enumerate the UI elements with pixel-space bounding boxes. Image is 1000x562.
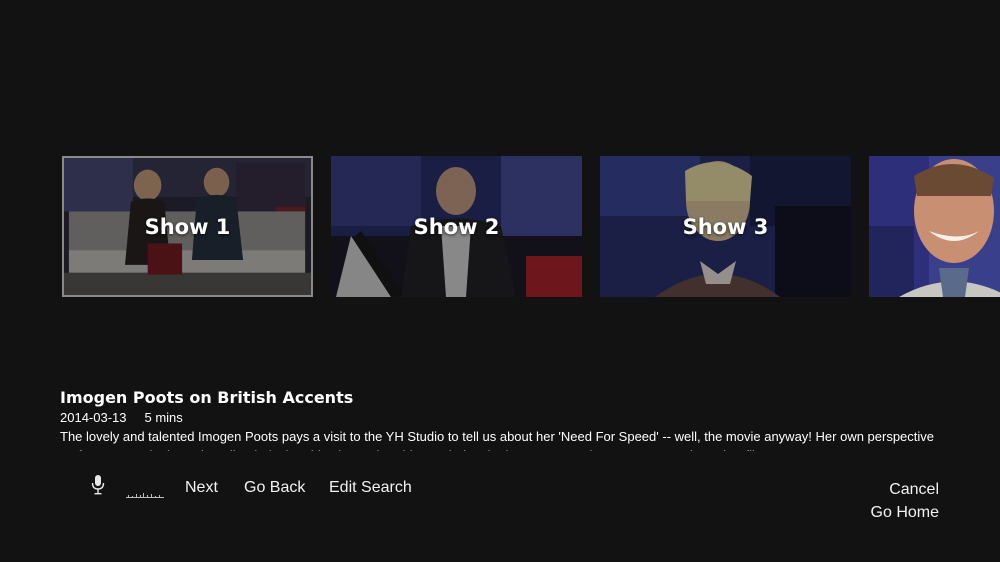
video-duration: 5 mins [144, 410, 183, 425]
video-carousel: Show 1 Show 2 Show 3 [0, 155, 1000, 298]
video-description: The lovely and talented Imogen Poots pay… [60, 429, 935, 451]
show-tile-label: Show 2 [413, 214, 500, 239]
microphone-icon [90, 474, 106, 496]
show-4-thumbnail [869, 156, 1000, 297]
video-meta: 2014-03-13 5 mins [60, 409, 960, 427]
go-home-command[interactable]: Go Home [871, 501, 939, 524]
video-title: Imogen Poots on British Accents [60, 388, 354, 407]
video-details: Imogen Poots on British Accents 2014-03-… [60, 387, 960, 451]
cancel-command[interactable]: Cancel [871, 478, 939, 501]
next-command[interactable]: Next [185, 478, 218, 498]
audio-level-meter-icon [126, 484, 164, 498]
show-tile-4[interactable] [869, 156, 1000, 297]
show-tile-3[interactable]: Show 3 [600, 156, 851, 297]
edit-search-command[interactable]: Edit Search [329, 478, 412, 498]
video-date: 2014-03-13 [60, 410, 127, 425]
right-commands: Cancel Go Home [871, 478, 939, 524]
voice-search-results-screen: Show 1 Show 2 Show 3 Imogen Poots on Bri… [0, 0, 1000, 562]
show-tile-1[interactable]: Show 1 [62, 156, 313, 297]
show-tile-label: Show 1 [144, 214, 231, 239]
show-tile-2[interactable]: Show 2 [331, 156, 582, 297]
show-tile-label: Show 3 [682, 214, 769, 239]
go-back-command[interactable]: Go Back [244, 478, 305, 498]
